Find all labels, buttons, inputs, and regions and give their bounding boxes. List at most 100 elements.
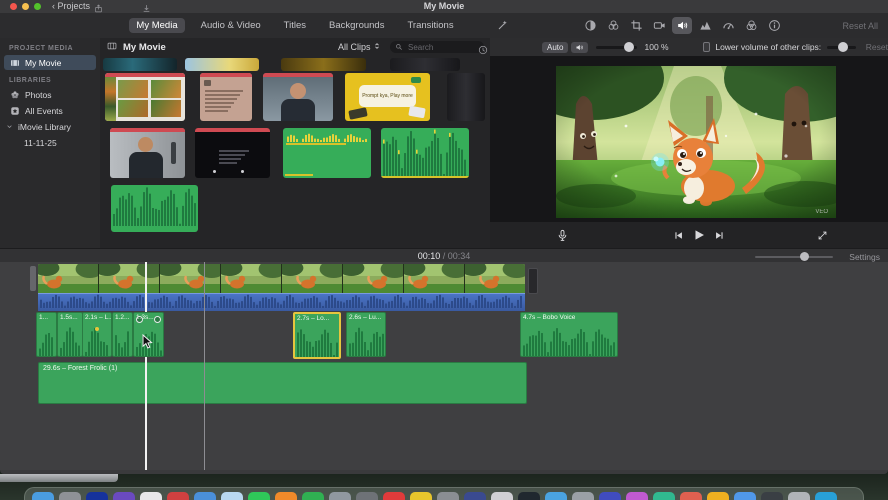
audio-clip-1-2[interactable]: 1.2... (112, 312, 133, 357)
dock-app-icon[interactable] (734, 492, 756, 500)
video-clip-audio-strip[interactable] (38, 293, 525, 311)
clip-appearance-button[interactable] (107, 38, 117, 56)
fade-handle[interactable] (154, 316, 161, 323)
dock-app-icon[interactable] (410, 492, 432, 500)
music-clip[interactable]: 29.6s – Forest Frolic (1) (38, 362, 527, 404)
voiceover-mic-button[interactable] (556, 229, 569, 242)
lower-volume-slider[interactable] (827, 42, 856, 52)
thumbnail-audio-yellowtop[interactable] (283, 128, 371, 178)
dock-app-icon[interactable] (680, 492, 702, 500)
tab-transitions[interactable]: Transitions (400, 18, 460, 33)
volume-tool-button[interactable] (672, 17, 692, 34)
sidebar-item-11-11-25[interactable]: 11-11-25 (4, 135, 96, 150)
enhance-button[interactable] (497, 18, 509, 36)
playhead[interactable] (145, 262, 147, 470)
dock-app-icon[interactable] (194, 492, 216, 500)
dock-app-icon[interactable] (761, 492, 783, 500)
dock-app-icon[interactable] (707, 492, 729, 500)
dock-app-icon[interactable] (572, 492, 594, 500)
auto-volume-button[interactable]: Auto (542, 41, 569, 53)
dock-app-icon[interactable] (59, 492, 81, 500)
reset-all-button[interactable]: Reset All (842, 21, 878, 31)
dock-app-icon[interactable] (167, 492, 189, 500)
info-tool-button[interactable] (764, 17, 784, 34)
dock-app-icon[interactable] (221, 492, 243, 500)
audio-clip-2-7s-lo[interactable]: 2.7s – Lo... (293, 312, 341, 359)
dock-app-icon[interactable] (383, 492, 405, 500)
volume-reset-button[interactable]: Reset (866, 42, 888, 52)
dock-app-icon[interactable] (113, 492, 135, 500)
dock-app-icon[interactable] (626, 492, 648, 500)
dock-app-icon[interactable] (140, 492, 162, 500)
volume-slider-knob[interactable] (624, 42, 635, 52)
speed-tool-button[interactable] (718, 17, 738, 34)
thumbnail-strip-gold[interactable] (281, 58, 366, 71)
next-frame-button[interactable] (714, 230, 725, 241)
crop-tool-button[interactable] (626, 17, 646, 34)
dock-app-icon[interactable] (653, 492, 675, 500)
thumbnail-person-mic[interactable] (110, 128, 185, 178)
lower-volume-checkbox[interactable] (702, 42, 711, 52)
color-balance-tool-button[interactable] (580, 17, 600, 34)
lower-volume-slider-knob[interactable] (838, 42, 849, 52)
audio-clip-2-6s-lu[interactable]: 2.6s – Lu... (346, 312, 386, 357)
clip-filter-dropdown[interactable]: All Clips (338, 42, 381, 52)
fade-handle[interactable] (136, 316, 143, 323)
mute-button[interactable] (571, 41, 589, 53)
dock-app-icon[interactable] (545, 492, 567, 500)
color-correction-tool-button[interactable] (603, 17, 623, 34)
sidebar-item-photos[interactable]: Photos (4, 87, 96, 102)
dock-app-icon[interactable] (464, 492, 486, 500)
stabilization-tool-button[interactable] (649, 17, 669, 34)
search-box[interactable] (390, 41, 484, 53)
video-clip-filmstrip[interactable] (38, 264, 525, 293)
thumbnail-audio-wave2[interactable] (111, 185, 198, 232)
tab-titles[interactable]: Titles (277, 18, 313, 33)
timeline-zoom-knob[interactable] (800, 252, 809, 261)
audio-clip-1[interactable]: 1... (36, 312, 57, 357)
dock-app-icon[interactable] (248, 492, 270, 500)
tab-backgrounds[interactable]: Backgrounds (322, 18, 391, 33)
dock-app-icon[interactable] (86, 492, 108, 500)
clip-filter-tool-button[interactable] (741, 17, 761, 34)
sidebar-item-all-events[interactable]: All Events (4, 103, 96, 118)
play-button[interactable] (692, 228, 706, 242)
recents-clock-button[interactable] (478, 42, 488, 60)
dock-app-icon[interactable] (302, 492, 324, 500)
dock-app-icon[interactable] (329, 492, 351, 500)
dock-app-icon[interactable] (491, 492, 513, 500)
thumbnail-person[interactable] (263, 73, 333, 121)
dock-app-icon[interactable] (788, 492, 810, 500)
volume-slider[interactable] (596, 42, 637, 52)
search-input[interactable] (406, 41, 468, 53)
previous-frame-button[interactable] (673, 230, 684, 241)
dock-app-icon[interactable] (275, 492, 297, 500)
thumbnail-strip-blue[interactable] (185, 58, 259, 71)
thumbnail-strip-teal[interactable] (103, 58, 177, 71)
noise-reduction-tool-button[interactable] (695, 17, 715, 34)
thumbnail-fox-grid[interactable] (105, 73, 185, 121)
dock-app-icon[interactable] (815, 492, 837, 500)
dock-app-icon[interactable] (518, 492, 540, 500)
dock-app-icon[interactable] (437, 492, 459, 500)
clip-trim-handle-left[interactable] (30, 266, 36, 291)
fullscreen-button[interactable] (817, 230, 828, 241)
dock-app-icon[interactable] (599, 492, 621, 500)
sidebar-item-imovie-library[interactable]: iMovie Library (4, 119, 96, 134)
thumbnail-document[interactable] (200, 73, 252, 121)
tab-audio-video[interactable]: Audio & Video (194, 18, 268, 33)
audio-clip-1-5s[interactable]: 1.5s... (57, 312, 83, 357)
audio-clip-2-1s-l[interactable]: 2.1s – L... (82, 312, 112, 357)
dock-app-icon[interactable] (32, 492, 54, 500)
thumbnail-promo-yellow[interactable]: Prompt kya, Play more (345, 73, 430, 121)
audio-clip-4-7s-bobo-voice[interactable]: 4.7s – Bobo Voice (520, 312, 618, 357)
thumbnail-audio-wave[interactable] (381, 128, 469, 178)
volume-keyframe[interactable] (95, 327, 99, 331)
tab-my-media[interactable]: My Media (129, 18, 185, 33)
clip-trim-handle-right[interactable] (528, 268, 538, 294)
thumbnail-strip-dark[interactable] (447, 73, 485, 121)
chevron-down-icon[interactable] (6, 122, 13, 132)
thumbnail-terminal[interactable] (195, 128, 270, 178)
timeline-zoom-slider[interactable] (755, 256, 833, 258)
sidebar-item-my-movie[interactable]: My Movie (4, 55, 96, 70)
